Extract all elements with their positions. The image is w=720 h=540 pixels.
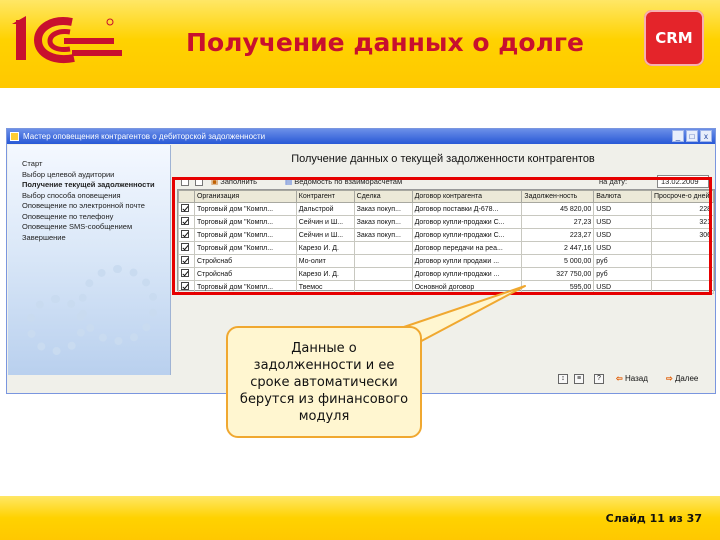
wizard-step[interactable]: Выбор целевой аудитории xyxy=(22,170,155,181)
wizard-step[interactable]: Оповещение SMS-сообщением xyxy=(22,222,155,233)
app-icon xyxy=(10,132,19,141)
help-button[interactable]: ? xyxy=(594,373,604,385)
wizard-step-active[interactable]: Получение текущей задолженности xyxy=(22,180,155,191)
back-button[interactable]: ⇦ Назад xyxy=(616,373,648,385)
page-title: Получение данных о долге xyxy=(186,28,584,57)
minimize-button[interactable]: _ xyxy=(672,130,684,142)
wizard-step[interactable]: Выбор способа оповещения xyxy=(22,191,155,202)
wizard-step-list: Старт Выбор целевой аудитории Получение … xyxy=(22,159,155,243)
slide-counter: Слайд 11 из 37 xyxy=(605,512,702,525)
wizard-step[interactable]: Оповещение по телефону xyxy=(22,212,155,223)
wizard-step[interactable]: Оповещение по электронной почте xyxy=(22,201,155,212)
window-titlebar: Мастер оповещения контрагентов о дебитор… xyxy=(7,129,715,144)
help-icon: ? xyxy=(594,373,604,384)
wizard-step-title: Получение данных о текущей задолженности… xyxy=(291,153,595,165)
close-button[interactable]: x xyxy=(700,130,712,142)
crm-badge: CRM xyxy=(644,10,704,66)
gear-decoration-icon xyxy=(26,295,86,355)
next-label: Далее xyxy=(674,374,699,383)
window-title: Мастер оповещения контрагентов о дебитор… xyxy=(23,132,266,141)
callout-note: Данные о задолженности и ее сроке автома… xyxy=(226,326,422,438)
arrow-left-icon: ⇦ xyxy=(616,374,623,383)
window-controls: _ □ x xyxy=(672,130,712,142)
arrow-right-icon: ⇨ xyxy=(666,374,673,383)
slide-footer: Слайд 11 из 37 xyxy=(0,496,720,540)
wizard-nav-bar: ↕ ≡ ? ⇦ Назад ⇨ Далее xyxy=(550,372,716,386)
wizard-step[interactable]: Завершение xyxy=(22,233,155,244)
nav-first-icon[interactable]: ↕ xyxy=(558,373,568,385)
wizard-steps-panel: Старт Выбор целевой аудитории Получение … xyxy=(8,145,171,375)
gear-decoration-icon xyxy=(78,265,158,345)
back-label: Назад xyxy=(624,374,648,383)
nav-list-icon[interactable]: ≡ xyxy=(574,373,584,385)
wizard-step[interactable]: Старт xyxy=(22,159,155,170)
callout-text: Данные о задолженности и ее сроке автома… xyxy=(239,340,409,424)
slide-header: Получение данных о долге CRM xyxy=(0,0,720,88)
maximize-button[interactable]: □ xyxy=(686,130,698,142)
1c-logo xyxy=(12,16,122,63)
grid-highlight-frame xyxy=(172,177,712,295)
next-button[interactable]: ⇨ Далее xyxy=(666,373,698,385)
